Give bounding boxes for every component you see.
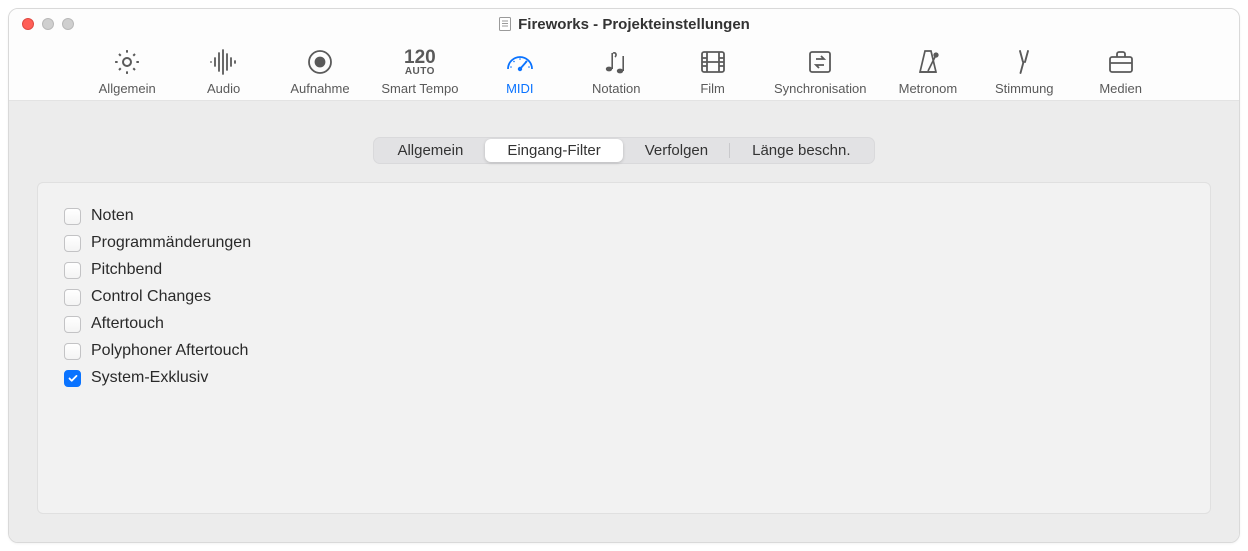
tab-smart-tempo[interactable]: 120 AUTO Smart Tempo — [381, 45, 458, 96]
window-title-text: Fireworks - Projekteinstellungen — [518, 16, 750, 33]
subtab-label: Allgemein — [397, 142, 463, 159]
tab-label: Notation — [592, 81, 640, 96]
sync-icon — [806, 45, 834, 79]
checkbox-label: Control Changes — [91, 288, 211, 306]
content-area: Allgemein Eingang-Filter Verfolgen Länge… — [9, 101, 1239, 542]
tab-assets[interactable]: Medien — [1086, 45, 1156, 96]
checkbox-notes[interactable] — [64, 208, 81, 225]
tab-midi[interactable]: MIDI — [485, 45, 555, 96]
tempo-number: 120 — [404, 48, 436, 67]
subtab-label: Eingang-Filter — [507, 142, 600, 159]
tab-audio[interactable]: Audio — [189, 45, 259, 96]
tab-label: Stimmung — [995, 81, 1054, 96]
subtab-label: Verfolgen — [645, 142, 708, 159]
subtab-chase[interactable]: Verfolgen — [623, 139, 730, 162]
subtab-input-filter[interactable]: Eingang-Filter — [485, 139, 622, 162]
filter-row-program-changes: Programmänderungen — [64, 234, 1184, 252]
tab-label: Aufnahme — [290, 81, 349, 96]
input-filter-pane: Noten Programmänderungen Pitchbend Contr… — [37, 182, 1211, 514]
metronome-icon — [914, 45, 942, 79]
tempo-mode: AUTO — [404, 67, 436, 77]
tab-metronome[interactable]: Metronom — [893, 45, 963, 96]
checkbox-label: Aftertouch — [91, 315, 164, 333]
checkbox-label: Pitchbend — [91, 261, 162, 279]
tab-sync[interactable]: Synchronisation — [774, 45, 867, 96]
checkbox-aftertouch[interactable] — [64, 316, 81, 333]
checkbox-poly-aftertouch[interactable] — [64, 343, 81, 360]
checkbox-pitchbend[interactable] — [64, 262, 81, 279]
briefcase-icon — [1106, 45, 1136, 79]
filter-row-aftertouch: Aftertouch — [64, 315, 1184, 333]
tab-label: Metronom — [899, 81, 958, 96]
titlebar: Fireworks - Projekteinstellungen — [9, 9, 1239, 39]
tab-general[interactable]: Allgemein — [92, 45, 162, 96]
subtab-label: Länge beschn. — [752, 142, 850, 159]
tab-recording[interactable]: Aufnahme — [285, 45, 355, 96]
record-icon — [306, 45, 334, 79]
tempo-auto-icon: 120 AUTO — [404, 45, 436, 79]
checkbox-label: System-Exklusiv — [91, 369, 208, 387]
music-notes-icon — [601, 45, 631, 79]
document-icon — [498, 17, 512, 31]
checkbox-control-changes[interactable] — [64, 289, 81, 306]
filter-row-poly-aftertouch: Polyphoner Aftertouch — [64, 342, 1184, 360]
tab-notation[interactable]: Notation — [581, 45, 651, 96]
project-settings-window: Fireworks - Projekteinstellungen Allgeme… — [8, 8, 1240, 543]
tab-label: Smart Tempo — [381, 81, 458, 96]
filter-row-sysex: System-Exklusiv — [64, 369, 1184, 387]
checkbox-label: Programmänderungen — [91, 234, 251, 252]
midi-subtabs: Allgemein Eingang-Filter Verfolgen Länge… — [373, 137, 874, 164]
tab-label: Audio — [207, 81, 240, 96]
tab-label: Film — [700, 81, 725, 96]
checkbox-sysex[interactable] — [64, 370, 81, 387]
tab-label: MIDI — [506, 81, 533, 96]
gauge-icon — [504, 45, 536, 79]
tuning-fork-icon — [1012, 45, 1036, 79]
waveform-icon — [207, 45, 241, 79]
tab-label: Allgemein — [99, 81, 156, 96]
filmstrip-icon — [699, 45, 727, 79]
preferences-toolbar: Allgemein Audio Aufnahme 120 AUTO Smart … — [9, 39, 1239, 101]
window-title: Fireworks - Projekteinstellungen — [9, 16, 1239, 33]
checkbox-program-changes[interactable] — [64, 235, 81, 252]
tab-label: Medien — [1099, 81, 1142, 96]
checkbox-label: Noten — [91, 207, 134, 225]
filter-row-pitchbend: Pitchbend — [64, 261, 1184, 279]
checkbox-label: Polyphoner Aftertouch — [91, 342, 248, 360]
gear-icon — [112, 45, 142, 79]
subtab-clip-length[interactable]: Länge beschn. — [730, 139, 872, 162]
tab-label: Synchronisation — [774, 81, 867, 96]
tab-movie[interactable]: Film — [678, 45, 748, 96]
filter-row-control-changes: Control Changes — [64, 288, 1184, 306]
filter-row-notes: Noten — [64, 207, 1184, 225]
tab-tuning[interactable]: Stimmung — [989, 45, 1059, 96]
subtab-general[interactable]: Allgemein — [375, 139, 485, 162]
